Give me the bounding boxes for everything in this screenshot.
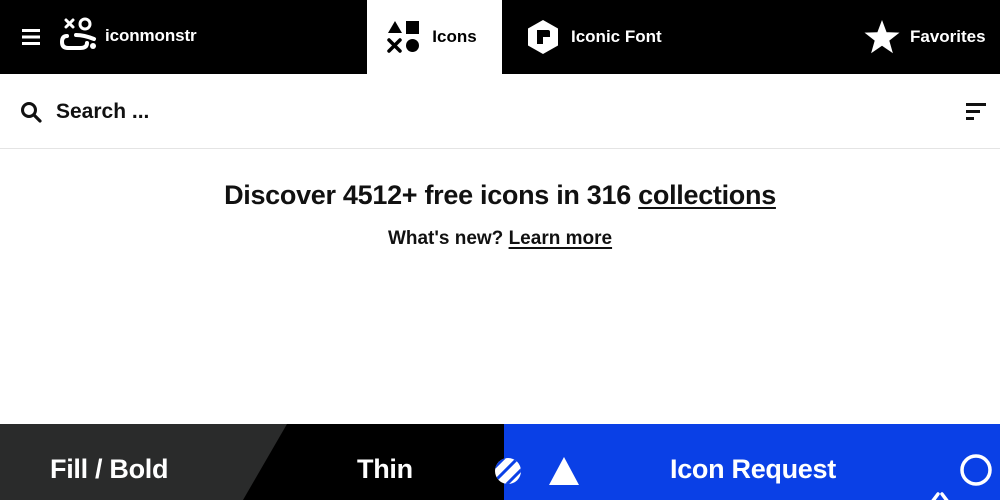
tab-iconic-font[interactable]: Iconic Font: [525, 0, 662, 74]
tab-iconic-font-label: Iconic Font: [571, 27, 662, 46]
filter-button[interactable]: [958, 98, 988, 126]
striped-circle-icon: [495, 458, 521, 484]
learn-more-link[interactable]: Learn more: [509, 228, 612, 249]
iconmonstr-logo-icon: [60, 17, 96, 50]
circle-outline-icon: [960, 454, 992, 486]
tab-favorites[interactable]: Favorites: [864, 0, 986, 74]
hero-title-text: Discover 4512+ free icons in 316: [224, 180, 631, 210]
whats-new-text: What's new?: [387, 228, 504, 249]
font-hexagon-icon: [528, 20, 558, 54]
hero-title: Discover 4512+ free icons in 316 collect…: [0, 180, 1000, 211]
menu-button[interactable]: [14, 22, 48, 52]
tab-icons[interactable]: Icons: [367, 0, 502, 74]
fill-bold-label[interactable]: Fill / Bold: [50, 454, 168, 485]
thin-label[interactable]: Thin: [357, 454, 413, 485]
star-icon: [864, 20, 900, 54]
top-navigation-bar: iconmonstr Icons Iconic Font Favorites: [0, 0, 1000, 74]
search-bar: [0, 74, 1000, 149]
logo-link[interactable]: iconmonstr: [60, 16, 197, 56]
category-panels: Fill / Bold Thin Icon Request: [0, 424, 1000, 500]
logo-text: iconmonstr: [105, 26, 197, 45]
shapes-icon: [387, 21, 420, 53]
filter-lines-icon: [966, 103, 986, 120]
tab-favorites-label: Favorites: [910, 27, 986, 46]
collections-link[interactable]: collections: [638, 180, 776, 210]
tab-icons-label: Icons: [432, 27, 477, 46]
hamburger-icon: [22, 29, 40, 45]
triangle-icon: [549, 457, 579, 485]
search-input[interactable]: [56, 94, 916, 130]
whats-new-line: What's new? Learn more: [0, 228, 1000, 250]
search-icon: [21, 102, 42, 123]
partial-x-icon: [931, 492, 949, 500]
icon-request-label[interactable]: Icon Request: [670, 454, 836, 485]
